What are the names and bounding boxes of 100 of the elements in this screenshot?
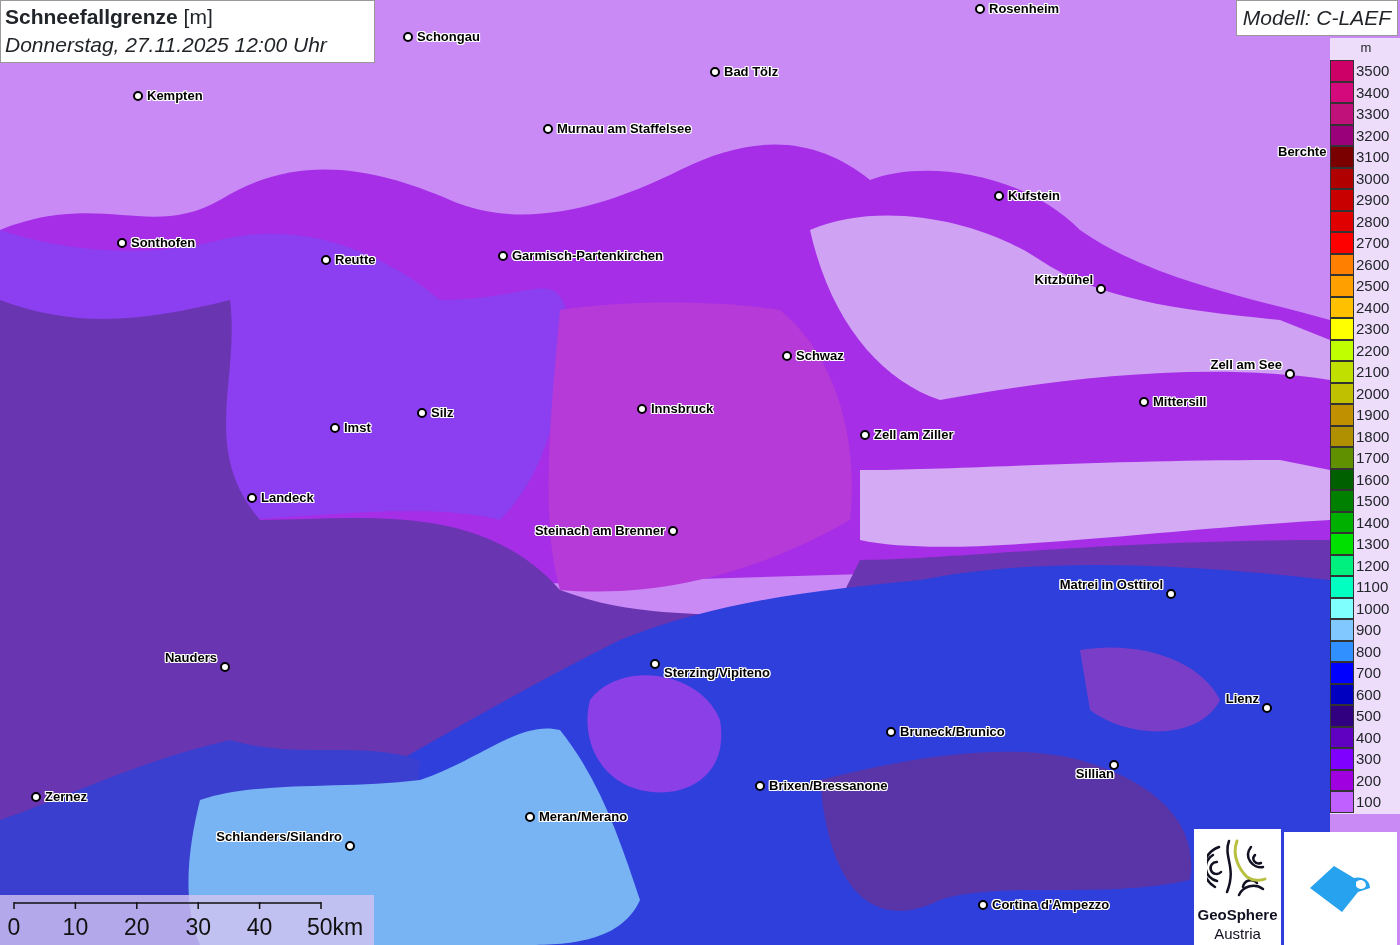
scale-label: 10 <box>62 914 89 940</box>
city-marker-icon <box>1285 369 1295 379</box>
city-label: Kufstein <box>1008 189 1060 202</box>
legend-label: 1800 <box>1356 428 1390 444</box>
scale-label: 40 <box>246 914 273 940</box>
city-marker-icon <box>860 430 870 440</box>
map-title: Schneefallgrenze [m] <box>5 4 214 30</box>
city-label: Zernez <box>45 790 87 803</box>
city-marker-icon <box>31 792 41 802</box>
city-label: Brixen/Bressanone <box>769 779 888 792</box>
city-label: Zell am Ziller <box>874 428 954 441</box>
city-label: Sterzing/Vipiteno <box>664 666 770 679</box>
city-label: Innsbruck <box>651 402 714 415</box>
city-label: Schlanders/Silandro <box>216 830 342 843</box>
brand-subtitle: Austria <box>1214 926 1261 941</box>
scale-label: 30 <box>185 914 211 940</box>
legend-label: 1500 <box>1356 493 1390 509</box>
legend-label: 3200 <box>1356 127 1390 143</box>
city-marker-icon <box>710 67 720 77</box>
city-marker-icon <box>117 238 127 248</box>
legend-label: 1400 <box>1356 514 1390 530</box>
legend-label: 3400 <box>1356 84 1390 100</box>
legend-unit: m <box>1359 39 1373 57</box>
legend-label: 1700 <box>1356 450 1390 466</box>
legend-label: 2300 <box>1356 321 1390 337</box>
city-label: Murnau am Staffelsee <box>557 122 692 135</box>
city-label: Lienz <box>1225 692 1259 705</box>
city-marker-icon <box>975 4 985 14</box>
legend-label: 2700 <box>1356 235 1390 251</box>
city-label: Schongau <box>417 30 480 43</box>
city-label: Matrei in Osttirol <box>1059 578 1163 591</box>
legend-label: 900 <box>1356 622 1382 638</box>
city-marker-icon <box>345 841 355 851</box>
city-marker-icon <box>525 812 535 822</box>
city-marker-icon <box>1096 284 1106 294</box>
city-marker-icon <box>321 255 331 265</box>
legend-label: 500 <box>1356 708 1382 724</box>
city-marker-icon <box>133 91 143 101</box>
valid-time: Donnerstag, 27.11.2025 12:00 Uhr <box>5 32 329 58</box>
scale-label: 50km <box>307 914 364 940</box>
city-marker-icon <box>330 423 340 433</box>
legend-label: 2100 <box>1356 364 1390 380</box>
legend-label: 1100 <box>1356 579 1389 595</box>
city-label: Sonthofen <box>131 236 196 249</box>
city-label: Bad Tölz <box>724 65 779 78</box>
city-marker-icon <box>543 124 553 134</box>
legend-label: 2900 <box>1356 192 1390 208</box>
city-label: Steinach am Brenner <box>534 524 665 537</box>
legend-label: 200 <box>1356 772 1382 788</box>
city-label: Cortina d'Ampezzo <box>992 898 1110 911</box>
city-marker-icon <box>637 404 647 414</box>
legend-label: 1900 <box>1356 407 1390 423</box>
city-marker-icon <box>247 493 257 503</box>
geosphere-logo-icon <box>1206 837 1269 899</box>
city-label: Schwaz <box>796 349 844 362</box>
model-label: Modell: C-LAEF <box>1235 0 1398 36</box>
city-label: Mittersill <box>1153 395 1207 408</box>
legend-label: 1000 <box>1356 600 1390 616</box>
city-marker-icon <box>220 662 230 672</box>
city-label: Meran/Merano <box>539 810 628 823</box>
legend-label: 800 <box>1356 643 1382 659</box>
city-marker-icon <box>417 408 427 418</box>
legend-label: 2800 <box>1356 213 1390 229</box>
legend-label: 1600 <box>1356 471 1390 487</box>
legend-label: 700 <box>1356 665 1382 681</box>
city-label: Landeck <box>261 491 314 504</box>
legend-label: 600 <box>1356 686 1382 702</box>
legend-label: 3300 <box>1356 106 1390 122</box>
city-marker-icon <box>978 900 988 910</box>
city-marker-icon <box>1109 760 1119 770</box>
legend-label: 3500 <box>1356 63 1390 79</box>
legend-label: 2200 <box>1356 342 1390 358</box>
city-marker-icon <box>668 526 678 536</box>
city-label: Zell am See <box>1210 358 1282 371</box>
legend-label: 2000 <box>1356 385 1390 401</box>
city-label: Imst <box>344 421 371 434</box>
legend-label: 100 <box>1356 794 1382 810</box>
legend-label: 2500 <box>1356 278 1390 294</box>
city-label: Kempten <box>147 89 203 102</box>
city-label: Bruneck/Brunico <box>900 725 1005 738</box>
legend-label: 2600 <box>1356 256 1390 272</box>
legend-label: 2400 <box>1356 299 1390 315</box>
city-marker-icon <box>403 32 413 42</box>
city-label: Garmisch-Partenkirchen <box>512 249 663 262</box>
city-label: Sillian <box>1075 767 1114 780</box>
city-marker-icon <box>650 659 660 669</box>
city-label: Berchte <box>1278 145 1327 158</box>
city-label: Silz <box>431 406 454 419</box>
city-marker-icon <box>755 781 765 791</box>
city-marker-icon <box>886 727 896 737</box>
legend-label: 3000 <box>1356 170 1390 186</box>
legend-label: 3100 <box>1356 149 1390 165</box>
legend-label: 400 <box>1356 729 1382 745</box>
city-marker-icon <box>1139 397 1149 407</box>
city-label: Nauders <box>164 651 217 664</box>
city-label: Reutte <box>335 253 376 266</box>
city-label: Rosenheim <box>989 2 1060 15</box>
city-marker-icon <box>498 251 508 261</box>
city-marker-icon <box>782 351 792 361</box>
city-label: Kitzbühel <box>1034 273 1093 286</box>
